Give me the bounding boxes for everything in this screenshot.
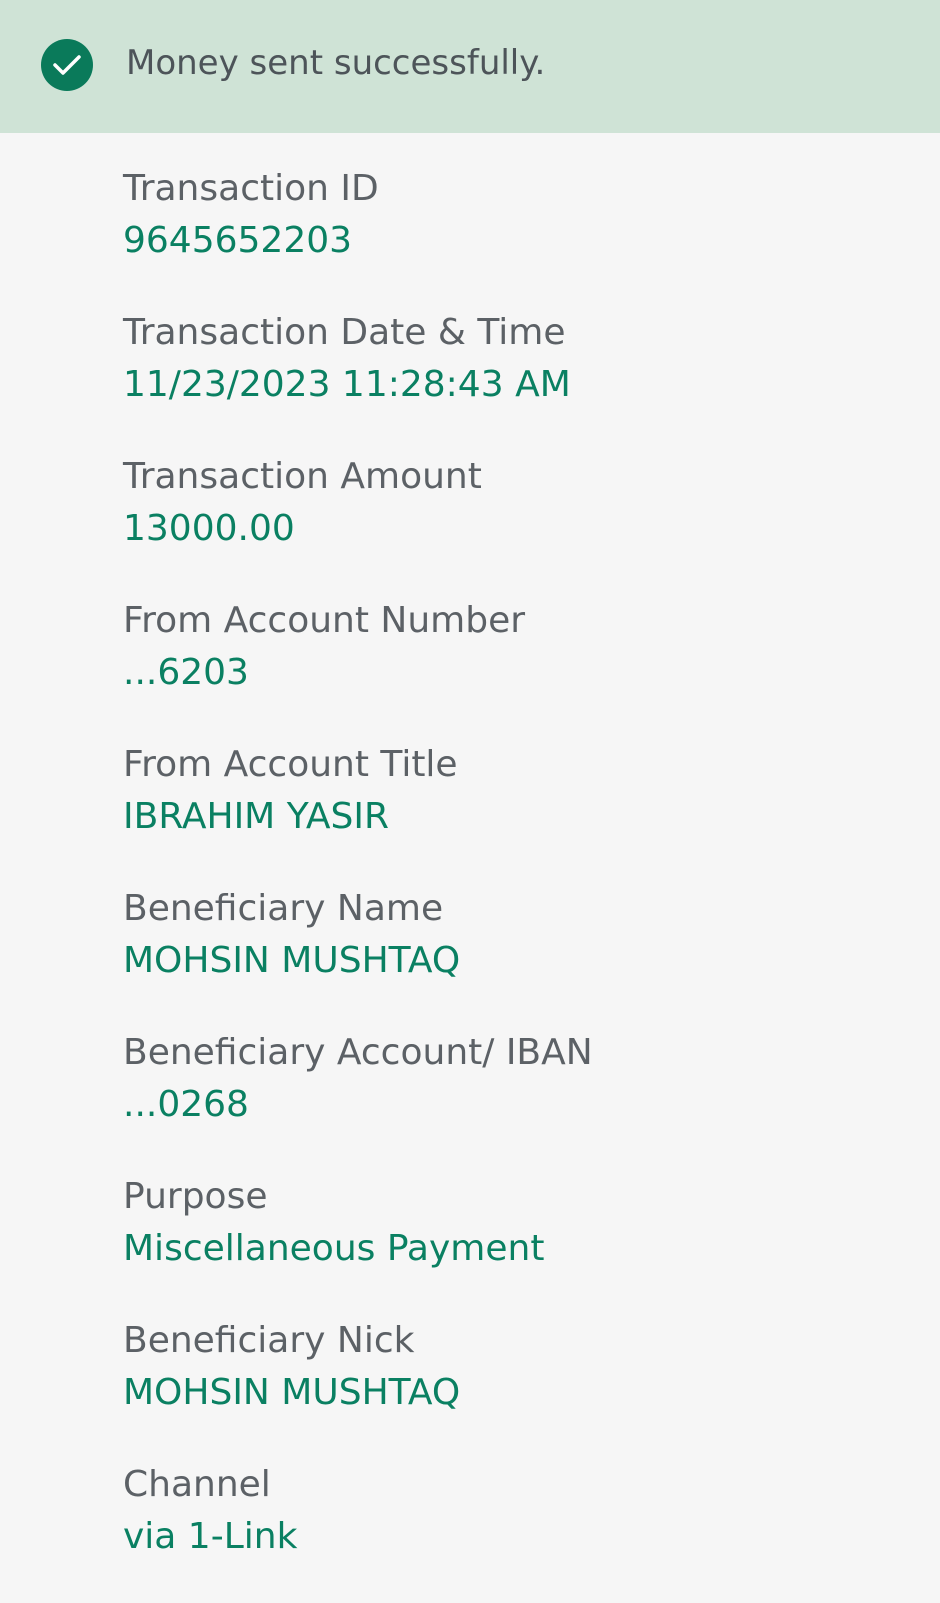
field-label: From Account Number [123,600,526,641]
field-channel: Channel via 1-Link [123,1459,940,1603]
field-label: Channel [123,1464,271,1505]
field-value: 13000.00 [123,508,295,549]
field-label: Beneficiary Account/ IBAN [123,1032,593,1073]
field-label: Beneficiary Nick [123,1320,415,1361]
field-label: Transaction Date & Time [123,312,566,353]
field-value: Miscellaneous Payment [123,1228,545,1269]
field-value: 11/23/2023 11:28:43 AM [123,364,571,405]
field-label: Transaction Amount [123,456,482,497]
field-from-account-number: From Account Number ...6203 [123,595,940,739]
field-value: IBRAHIM YASIR [123,796,389,837]
field-purpose: Purpose Miscellaneous Payment [123,1171,940,1315]
field-transaction-id: Transaction ID 9645652203 [123,163,940,307]
field-value: via 1-Link [123,1516,298,1557]
success-banner: Money sent successfully. [0,0,940,133]
check-circle-icon [41,38,93,91]
field-label: From Account Title [123,744,458,785]
field-value: ...0268 [123,1084,249,1125]
success-message: Money sent successfully. [126,42,546,83]
field-beneficiary-nick: Beneficiary Nick MOHSIN MUSHTAQ [123,1315,940,1459]
field-label: Beneficiary Name [123,888,444,929]
field-beneficiary-name: Beneficiary Name MOHSIN MUSHTAQ [123,883,940,1027]
field-transaction-date-time: Transaction Date & Time 11/23/2023 11:28… [123,307,940,451]
field-value: MOHSIN MUSHTAQ [123,1372,461,1413]
field-from-account-title: From Account Title IBRAHIM YASIR [123,739,940,883]
field-transaction-amount: Transaction Amount 13000.00 [123,451,940,595]
field-value: 9645652203 [123,220,353,261]
field-value: ...6203 [123,652,249,693]
field-value: MOHSIN MUSHTAQ [123,940,461,981]
field-beneficiary-account-iban: Beneficiary Account/ IBAN ...0268 [123,1027,940,1171]
field-label: Purpose [123,1176,268,1217]
field-label: Transaction ID [123,168,379,209]
transaction-details: Transaction ID 9645652203 Transaction Da… [0,133,940,1603]
